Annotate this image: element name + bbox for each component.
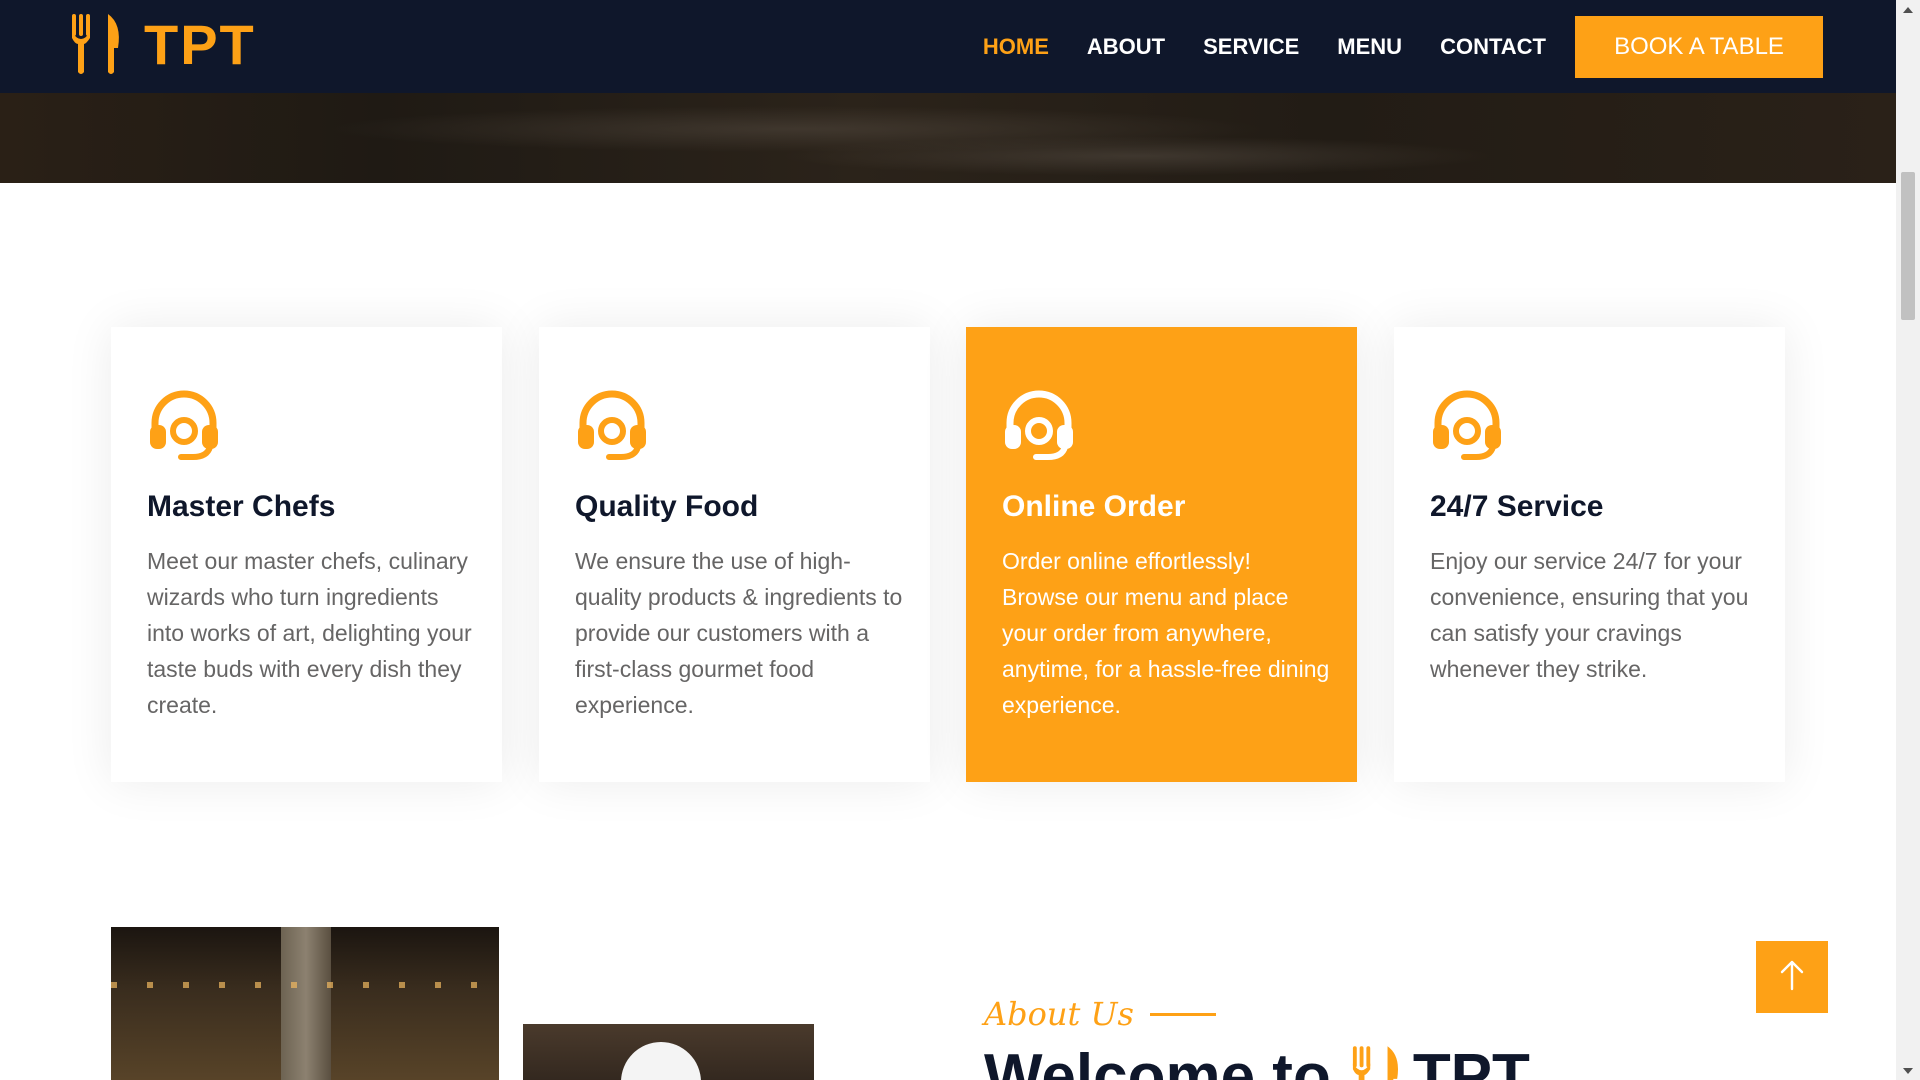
about-subtitle: About Us (984, 995, 1216, 1033)
nav-contact[interactable]: CONTACT (1440, 34, 1546, 60)
navbar: TPT HOME ABOUT SERVICE MENU CONTACT BOOK… (0, 0, 1896, 93)
service-description: Order online effortlessly! Browse our me… (1002, 548, 1330, 718)
arrow-up-icon (1779, 959, 1805, 996)
service-title: Online Order (1002, 490, 1186, 523)
service-title: Quality Food (575, 490, 759, 523)
service-description: Meet our master chefs, culinary wizards … (147, 548, 472, 718)
about-heading: Welcome to TPT (984, 1046, 1530, 1080)
brand-name: TPT (144, 13, 256, 76)
headset-icon (575, 387, 649, 466)
hero-background (0, 93, 1896, 183)
nav-menu: HOME ABOUT SERVICE MENU CONTACT (945, 0, 1546, 93)
service-card[interactable]: Quality Food We ensure the use of high-q… (539, 327, 930, 782)
scroll-up-arrow-icon[interactable] (1896, 0, 1920, 18)
restaurant-interior-image (111, 927, 499, 1080)
service-description: We ensure the use of high-quality produc… (575, 548, 903, 718)
service-title: 24/7 Service (1430, 490, 1604, 523)
page: TPT HOME ABOUT SERVICE MENU CONTACT BOOK… (0, 0, 1896, 1080)
chef-hat-shape (621, 1042, 701, 1080)
nav-home[interactable]: HOME (983, 34, 1049, 60)
service-title: Master Chefs (147, 490, 336, 523)
service-card[interactable]: 24/7 Service Enjoy our service 24/7 for … (1394, 327, 1785, 782)
book-table-button[interactable]: BOOK A TABLE (1575, 16, 1823, 78)
subtitle-divider (1149, 1012, 1216, 1016)
chef-image (523, 1024, 814, 1080)
headset-icon (147, 387, 221, 466)
about-subtitle-text: About Us (984, 995, 1134, 1033)
service-description: Enjoy our service 24/7 for your convenie… (1430, 548, 1749, 682)
headset-icon (1002, 387, 1076, 466)
brand-logo[interactable]: TPT (70, 14, 256, 76)
utensils-icon (1351, 1046, 1401, 1080)
about-heading-prefix: Welcome to (984, 1042, 1331, 1080)
utensils-icon (70, 14, 122, 76)
page-scrollbar[interactable] (1896, 0, 1920, 1080)
nav-menu-link[interactable]: MENU (1337, 34, 1402, 60)
back-to-top-button[interactable] (1756, 941, 1828, 1013)
services-section: Master Chefs Meet our master chefs, culi… (111, 327, 1785, 782)
scrollbar-thumb[interactable] (1901, 172, 1915, 320)
headset-icon (1430, 387, 1504, 466)
about-heading-brand: TPT (1412, 1042, 1530, 1080)
service-card-highlighted[interactable]: Online Order Order online effortlessly! … (966, 327, 1357, 782)
nav-service[interactable]: SERVICE (1203, 34, 1299, 60)
scroll-down-arrow-icon[interactable] (1896, 1062, 1920, 1080)
service-card[interactable]: Master Chefs Meet our master chefs, culi… (111, 327, 502, 782)
nav-about[interactable]: ABOUT (1087, 34, 1165, 60)
